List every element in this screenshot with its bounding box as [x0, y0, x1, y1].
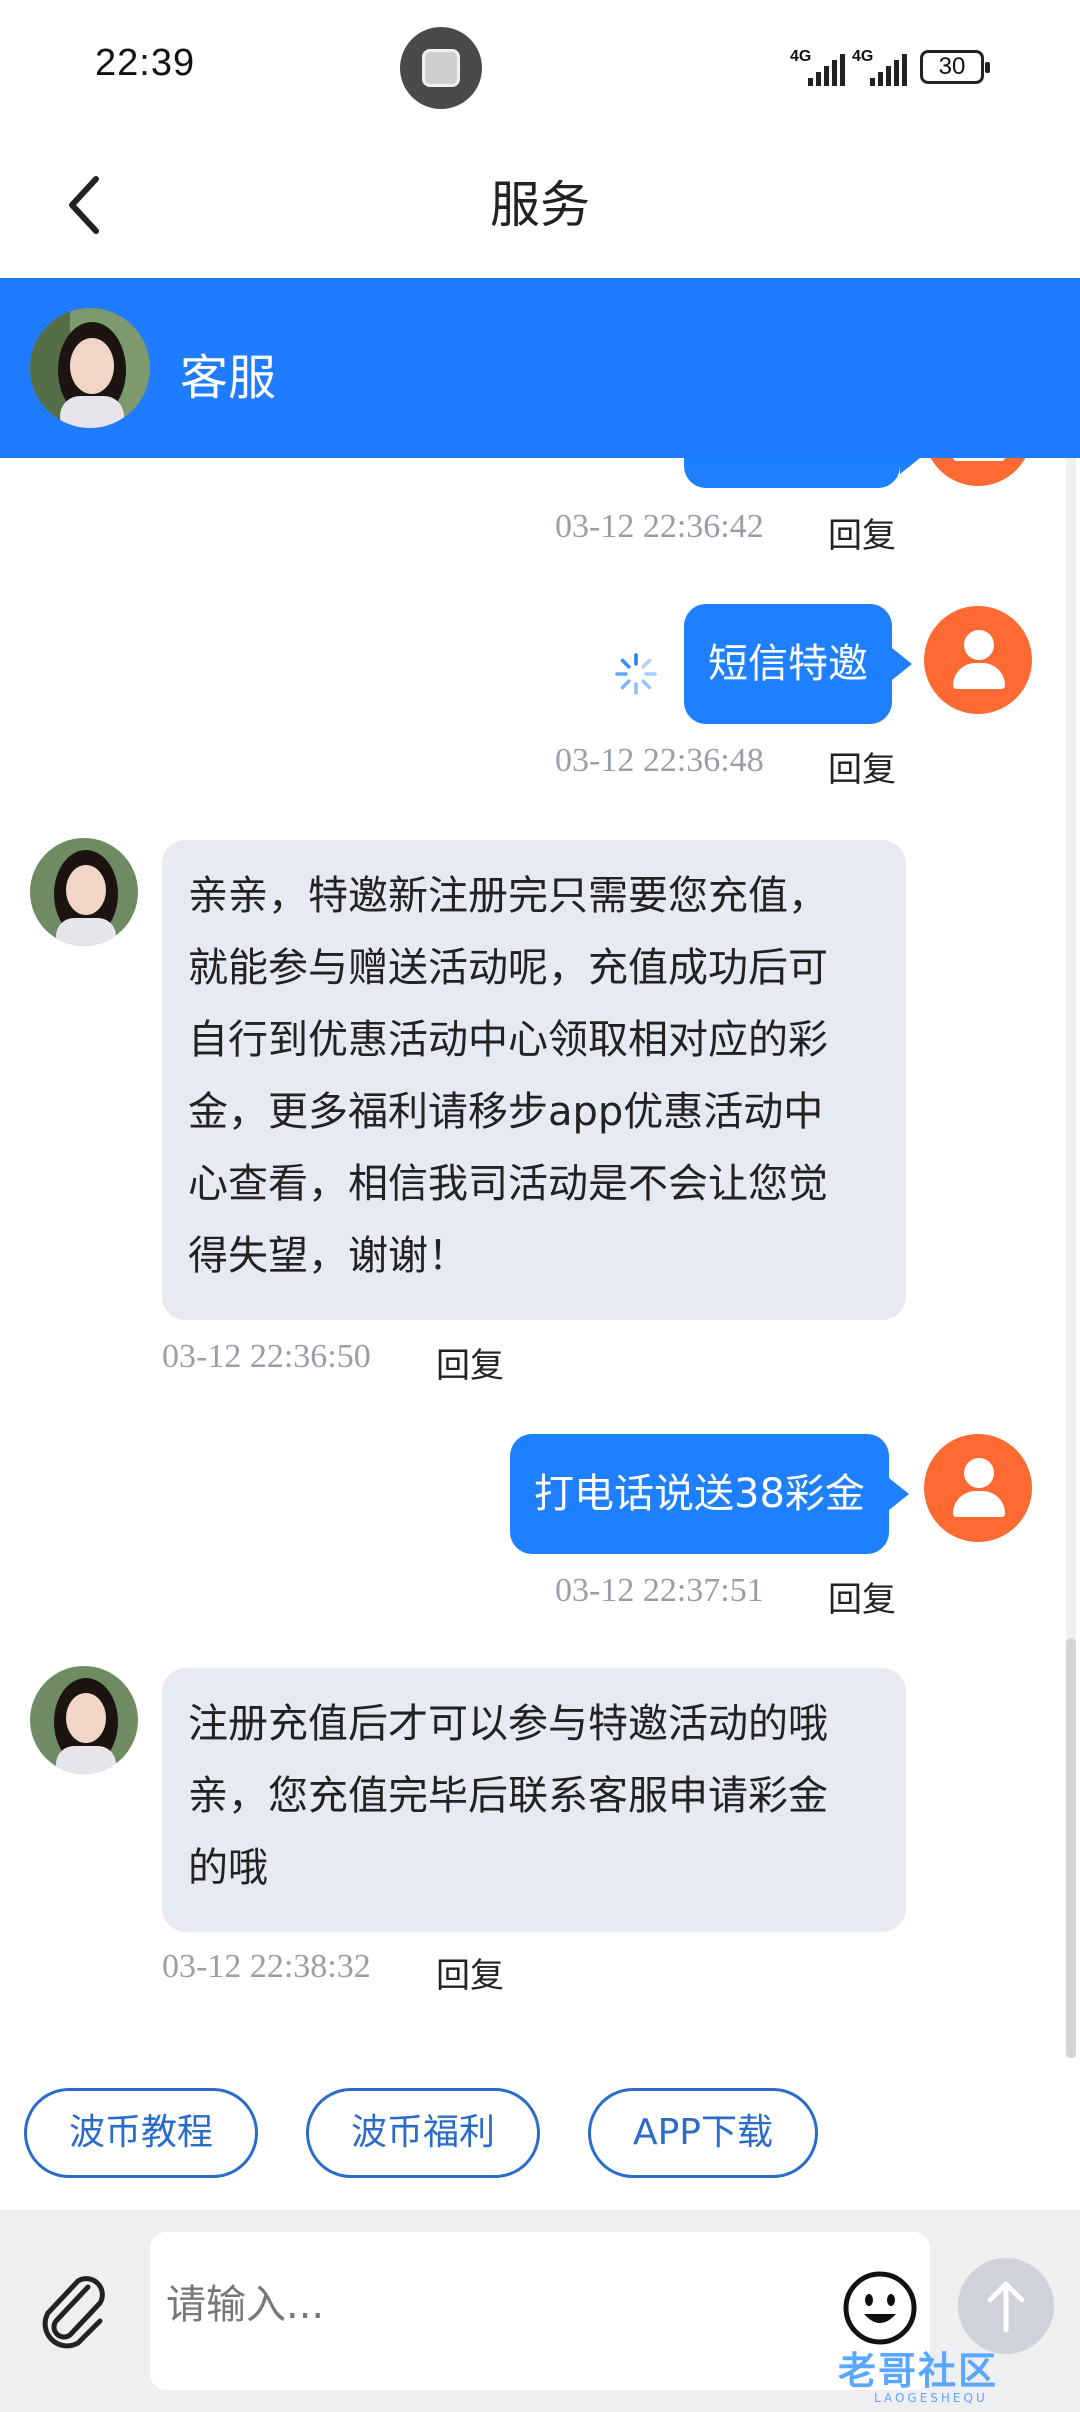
app-header: 服务 — [0, 135, 1080, 278]
message-timestamp: 03-12 22:36:48 — [555, 742, 764, 779]
message-line: 得失望，谢谢！ — [188, 1233, 468, 1279]
watermark-subtext: LAOGESHEQU — [874, 2391, 988, 2405]
agent-avatar — [30, 308, 150, 428]
loading-spinner-icon — [615, 653, 657, 695]
chat-messages[interactable]: 03-12 22:36:42 回复 短信特邀 03-12 22:36:48 回复 — [0, 458, 1080, 2058]
message-bubble[interactable]: 注册充值后才可以参与特邀活动的哦 亲，您充值完毕后联系客服申请彩金 的哦 — [162, 1668, 906, 1932]
agent-avatar — [30, 1666, 138, 1774]
agent-avatar — [30, 838, 138, 946]
message-line: 金，更多福利请移步app优惠活动中 — [188, 1089, 824, 1135]
message-bubble[interactable]: 亲亲，特邀新注册完只需要您充值， 就能参与赠送活动呢，充值成功后可 自行到优惠活… — [162, 840, 906, 1320]
message-timestamp: 03-12 22:36:42 — [555, 508, 764, 545]
battery-icon: 30 — [920, 50, 990, 84]
user-avatar — [924, 1434, 1032, 1542]
notification-icon — [400, 27, 482, 109]
reply-button[interactable]: 回复 — [828, 742, 896, 791]
reply-button[interactable]: 回复 — [436, 1948, 504, 1997]
quick-action-app-download[interactable]: APP下载 — [588, 2088, 818, 2178]
message-timestamp: 03-12 22:36:50 — [162, 1338, 371, 1375]
attachment-icon[interactable] — [30, 2265, 120, 2355]
message-line: 心查看，相信我司活动是不会让您觉 — [188, 1161, 828, 1207]
status-time: 22:39 — [95, 42, 196, 84]
message-timestamp: 03-12 22:37:51 — [555, 1572, 764, 1609]
message-line: 注册充值后才可以参与特邀活动的哦 — [188, 1701, 828, 1747]
message-line: 的哦 — [188, 1845, 268, 1891]
message-line: 亲，您充值完毕后联系客服申请彩金 — [188, 1773, 828, 1819]
quick-actions: 波币教程 波币福利 APP下载 — [0, 2058, 1080, 2210]
chat-scrollbar[interactable] — [1066, 458, 1076, 2058]
user-avatar — [924, 458, 1032, 486]
reply-button[interactable]: 回复 — [828, 508, 896, 557]
message-line: 就能参与赠送活动呢，充值成功后可 — [188, 945, 828, 991]
message-timestamp: 03-12 22:38:32 — [162, 1948, 371, 1985]
quick-action-tutorial[interactable]: 波币教程 — [24, 2088, 258, 2178]
message-bubble[interactable] — [684, 458, 920, 488]
emoji-icon[interactable] — [840, 2268, 920, 2348]
status-bar: 22:39 4G 4G 30 — [0, 0, 1080, 135]
message-line: 自行到优惠活动中心领取相对应的彩 — [188, 1017, 828, 1063]
user-avatar — [924, 606, 1032, 714]
page-title: 服务 — [490, 176, 590, 234]
message-bubble[interactable]: 打电话说送38彩金 — [510, 1434, 909, 1554]
reply-button[interactable]: 回复 — [436, 1338, 504, 1387]
service-agent-bar: 客服 — [0, 278, 1080, 458]
watermark-text: 老哥社区 — [838, 2349, 999, 2393]
reply-button[interactable]: 回复 — [828, 1572, 896, 1621]
message-composer: 请输入... 老哥社区 LAOGESHEQU — [0, 2210, 1080, 2412]
quick-action-benefits[interactable]: 波币福利 — [306, 2088, 540, 2178]
message-input-placeholder: 请输入... — [166, 2282, 325, 2328]
message-bubble[interactable]: 短信特邀 — [684, 604, 912, 724]
agent-name: 客服 — [180, 350, 277, 406]
message-line: 亲亲，特邀新注册完只需要您充值， — [188, 873, 828, 919]
watermark-logo: 老哥社区 LAOGESHEQU — [838, 2340, 1066, 2410]
